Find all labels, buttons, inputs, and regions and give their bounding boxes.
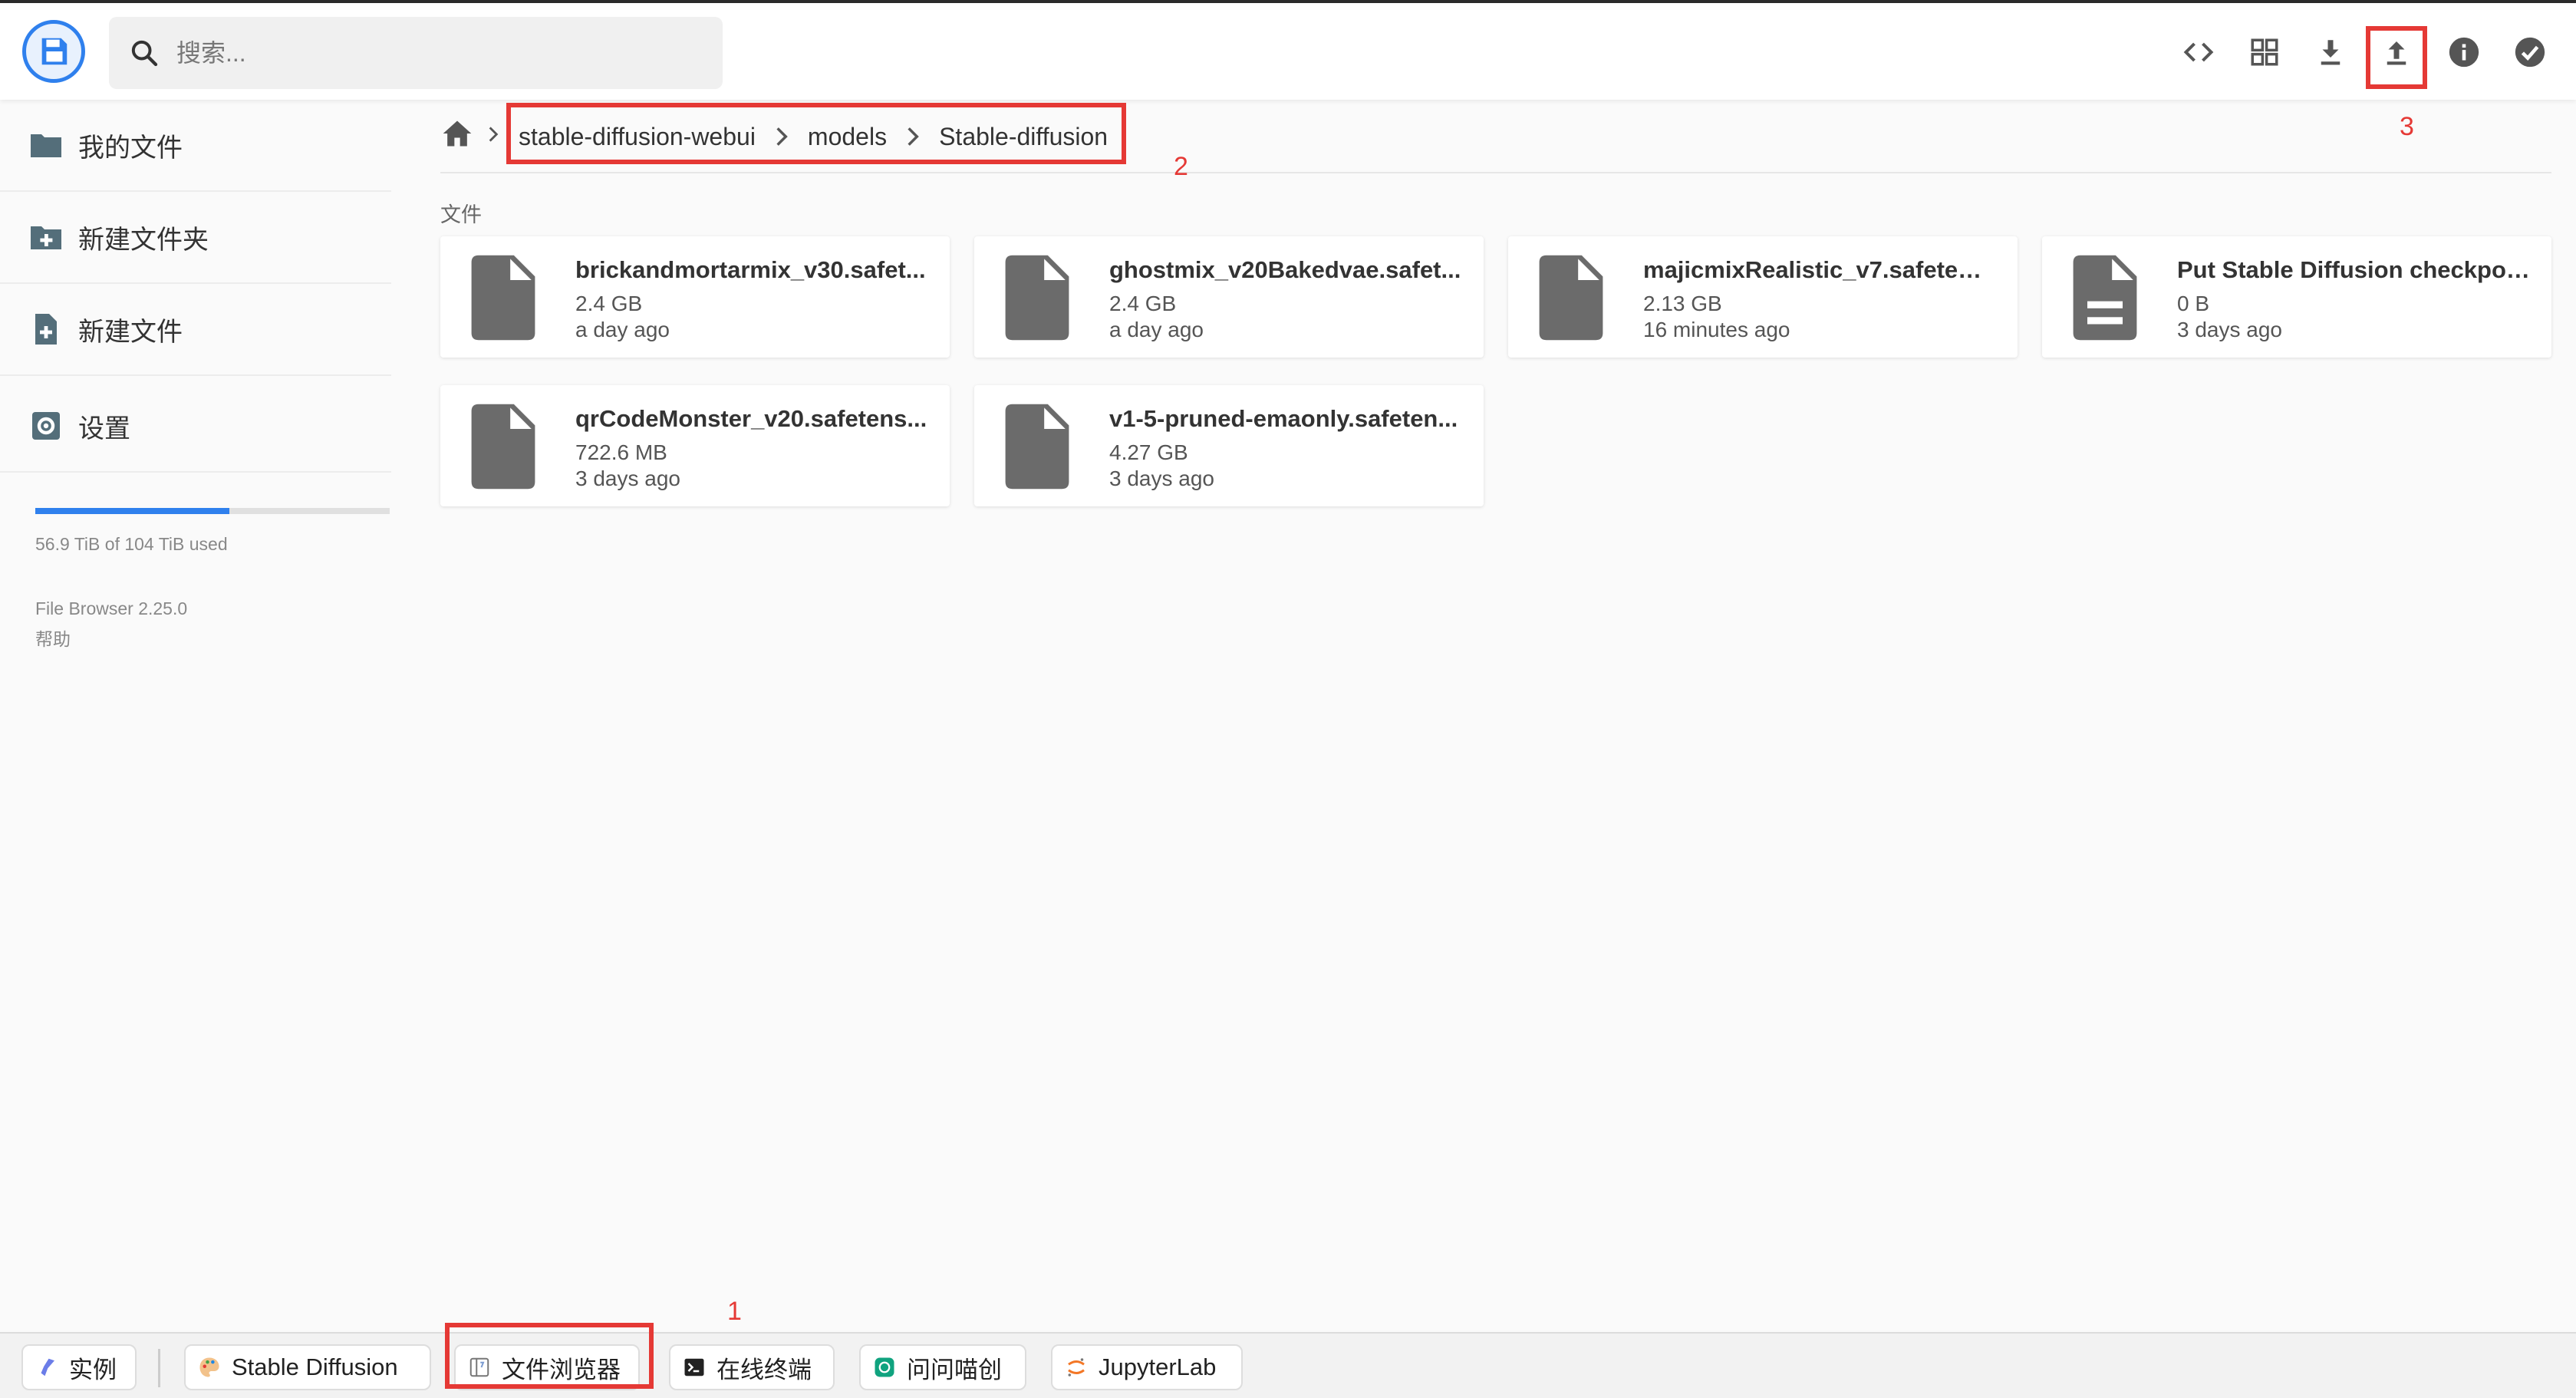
chevron-right-icon [489, 127, 499, 142]
code-view-button[interactable] [2177, 31, 2220, 74]
file-name: v1-5-pruned-emaonly.safeten... [1109, 405, 1458, 432]
storage-quota-text: 56.9 TiB of 104 TiB used [35, 534, 228, 554]
instance-icon [41, 1358, 54, 1377]
tab-ask-miaochuang[interactable]: 问问喵创 [859, 1344, 1026, 1390]
tab-stable-diffusion[interactable]: Stable Diffusion [184, 1344, 431, 1390]
annotation-number-1: 1 [727, 1297, 742, 1326]
tab-jupyterlab[interactable]: JupyterLab [1051, 1344, 1243, 1390]
info-button[interactable] [2443, 31, 2485, 74]
sidebar-item-label: 设置 [78, 414, 130, 443]
sidebar-item-label: 我的文件 [78, 133, 183, 163]
file-size: 2.13 GB [1643, 292, 1722, 315]
file-name: ghostmix_v20Bakedvae.safet... [1109, 256, 1461, 283]
file-size: 0 B [2177, 292, 2210, 315]
grid-view-button[interactable] [2243, 31, 2286, 74]
app-version: File Browser 2.25.0 [35, 598, 188, 618]
file-modified: a day ago [1109, 318, 1204, 341]
file-size: 722.6 MB [575, 440, 667, 464]
terminal-icon [684, 1358, 704, 1377]
palette-icon [199, 1357, 219, 1377]
file-card[interactable]: Put Stable Diffusion checkpoi... 0 B 3 d… [2042, 236, 2551, 358]
annotation-box-file-browser-tab [445, 1323, 654, 1389]
annotation-number-2: 2 [1174, 152, 1188, 181]
code-icon [2183, 42, 2214, 62]
file-size: 2.4 GB [1109, 292, 1177, 315]
file-icon [471, 404, 535, 490]
header [0, 3, 2576, 100]
search-icon [131, 40, 158, 67]
file-modified: 16 minutes ago [1643, 318, 1790, 341]
file-icon [1539, 255, 1603, 341]
tab-label: 实例 [69, 1356, 117, 1383]
file-icon [471, 255, 535, 341]
annotation-number-3: 3 [2400, 112, 2414, 141]
folder-icon [31, 134, 61, 157]
tab-label: JupyterLab [1099, 1353, 1217, 1380]
breadcrumb-divider [440, 172, 2551, 173]
select-button[interactable] [2508, 31, 2551, 74]
tab-label: 在线终端 [716, 1356, 812, 1383]
file-card[interactable]: qrCodeMonster_v20.safetens... 722.6 MB 3… [440, 385, 950, 506]
tab-label: 问问喵创 [907, 1356, 1002, 1383]
file-name: majicmixRealistic_v7.safetens... [1643, 256, 1996, 283]
storage-quota-fill [35, 508, 229, 514]
file-card[interactable]: majicmixRealistic_v7.safetens... 2.13 GB… [1508, 236, 2018, 358]
tab-online-terminal[interactable]: 在线终端 [669, 1344, 835, 1390]
check-circle-icon [2515, 37, 2545, 68]
tab-label: Stable Diffusion [232, 1353, 398, 1380]
file-modified: 3 days ago [1109, 467, 1214, 490]
file-card[interactable]: brickandmortarmix_v30.safet... 2.4 GB a … [440, 236, 950, 358]
chat-ai-icon [875, 1357, 894, 1377]
sidebar-item-my-files[interactable]: 我的文件 [0, 100, 391, 192]
download-icon [2321, 40, 2340, 65]
text-file-icon [2073, 255, 2137, 341]
sidebar-item-new-folder[interactable]: 新建文件夹 [0, 192, 391, 284]
annotation-box-upload [2366, 26, 2427, 89]
file-modified: 3 days ago [575, 467, 680, 490]
file-size: 4.27 GB [1109, 440, 1188, 464]
file-modified: a day ago [575, 318, 670, 341]
jupyter-icon [1068, 1358, 1085, 1377]
download-button[interactable] [2309, 31, 2352, 74]
help-link[interactable]: 帮助 [35, 625, 71, 651]
file-card[interactable]: ghostmix_v20Bakedvae.safet... 2.4 GB a d… [974, 236, 1484, 358]
file-icon [1005, 404, 1069, 490]
file-size: 2.4 GB [575, 292, 643, 315]
app-logo-icon[interactable] [22, 20, 85, 83]
sidebar-item-label: 新建文件夹 [78, 225, 209, 255]
bottom-taskbar: 实例 Stable Diffusion 文件浏览器 在线终端 问问喵创 Jupy… [0, 1332, 2576, 1398]
grid-icon [2251, 38, 2278, 66]
storage-quota-bar [35, 508, 390, 514]
new-file-icon [35, 314, 57, 345]
sidebar-item-settings[interactable]: 设置 [0, 381, 391, 473]
file-name: qrCodeMonster_v20.safetens... [575, 405, 927, 432]
sidebar-item-label: 新建文件 [78, 317, 183, 347]
info-icon [2449, 37, 2479, 68]
file-name: brickandmortarmix_v30.safet... [575, 256, 926, 283]
file-icon [1005, 255, 1069, 341]
search-input[interactable] [175, 38, 700, 68]
section-label-files: 文件 [440, 203, 482, 226]
home-icon[interactable] [440, 117, 474, 150]
file-modified: 3 days ago [2177, 318, 2282, 341]
file-name: Put Stable Diffusion checkpoi... [2177, 256, 2530, 283]
new-folder-icon [31, 226, 61, 249]
settings-icon [32, 412, 60, 440]
taskbar-separator [158, 1349, 160, 1387]
tab-instance[interactable]: 实例 [21, 1344, 137, 1390]
file-card[interactable]: v1-5-pruned-emaonly.safeten... 4.27 GB 3… [974, 385, 1484, 506]
sidebar-item-new-file[interactable]: 新建文件 [0, 284, 391, 376]
search-bar[interactable] [109, 17, 723, 89]
annotation-box-breadcrumb [506, 103, 1126, 164]
